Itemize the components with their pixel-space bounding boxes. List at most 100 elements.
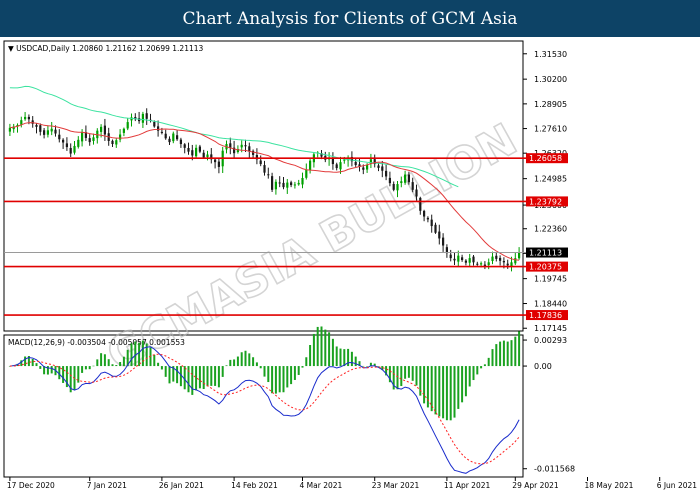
macd-histogram-bar [62, 366, 65, 383]
candle-body [362, 167, 365, 170]
macd-histogram-bar [377, 366, 380, 367]
macd-histogram-bar [221, 366, 224, 377]
candle-body [335, 164, 338, 169]
macd-histogram-bar [35, 363, 38, 367]
candle-body [286, 182, 289, 188]
candle-body [510, 262, 513, 267]
macd-histogram-bar [263, 366, 266, 377]
macd-histogram-bar [457, 366, 460, 409]
x-axis: 17 Dec 2020 7 Jan 2021 26 Jan 2021 14 Feb 2… [7, 477, 697, 490]
macd-histogram-bar [468, 366, 471, 387]
macd-histogram-bar [445, 366, 448, 421]
candle-body [8, 127, 11, 132]
candle-body [54, 129, 57, 134]
macd-histogram-bar [100, 353, 103, 367]
candle-body [423, 210, 426, 217]
macd-histogram-bar [195, 366, 198, 391]
candle-body [88, 138, 91, 143]
macd-histogram-bar [233, 359, 236, 367]
candle-body [468, 258, 471, 263]
candle-body [491, 256, 494, 261]
candle-body [202, 152, 205, 158]
candle-body [430, 219, 433, 227]
macd-histogram-bar [229, 359, 232, 367]
candle-body [305, 169, 308, 178]
macd-histogram-bar [141, 340, 144, 367]
candle-body [244, 145, 247, 147]
macd-histogram-bar [335, 346, 338, 367]
macd-histogram-bar [324, 329, 327, 367]
candle-body [81, 132, 84, 142]
candle-body [195, 147, 198, 157]
macd-title: MACD(12,26,9) -0.003504 -0.005057 0.0015… [8, 338, 185, 347]
candle-body [480, 263, 483, 265]
macd-histogram-bar [244, 350, 247, 367]
macd-histogram-bar [423, 366, 426, 404]
macd-histogram-bar [434, 366, 437, 415]
candle-body [392, 184, 395, 190]
candle-body [240, 144, 243, 148]
macd-histogram-bar [115, 365, 118, 367]
x-tick-label: 4 Mar 2021 [300, 481, 343, 490]
macd-histogram-bar [415, 366, 418, 386]
candle-body [187, 148, 190, 152]
macd-histogram-bar [293, 366, 296, 380]
candle-body [172, 133, 175, 142]
macd-histogram-bar [92, 365, 95, 367]
x-tick-label: 17 Dec 2020 [7, 481, 55, 490]
macd-histogram-bar [350, 351, 353, 367]
candle-body [157, 126, 160, 131]
macd-histogram-bar [187, 366, 190, 393]
candle-body [65, 143, 68, 148]
candle-body [442, 237, 445, 246]
candle-body [77, 139, 80, 147]
macd-tick-label: 0.00293 [534, 336, 567, 345]
level-label: 1.20375 [529, 263, 562, 272]
candle-body [377, 165, 380, 168]
macd-histogram-bar [122, 356, 125, 367]
macd-histogram-bar [297, 366, 300, 375]
banner-title: Chart Analysis for Clients of GCM Asia [0, 0, 700, 37]
x-tick-label: 18 May 2021 [585, 481, 634, 490]
price-tick-label: 1.18440 [534, 300, 567, 309]
macd-histogram-bar [217, 366, 220, 388]
candle-body [343, 159, 346, 161]
macd-histogram-bar [206, 366, 209, 387]
candle-body [35, 124, 38, 127]
macd-histogram-bar [320, 326, 323, 367]
macd-histogram-bar [267, 366, 270, 383]
macd-histogram-bar [483, 364, 486, 367]
macd-histogram-bar [130, 343, 133, 367]
candle-body [259, 160, 262, 165]
macd-histogram-bar [312, 333, 315, 367]
candle-body [411, 182, 414, 190]
candle-body [366, 165, 369, 170]
macd-histogram-bar [502, 340, 505, 367]
macd-histogram-bar [278, 366, 281, 393]
price-tick-label: 1.24985 [534, 175, 567, 184]
macd-histogram-bar [506, 341, 509, 367]
candle-body [62, 139, 65, 143]
x-tick-label: 23 Mar 2021 [372, 481, 420, 490]
macd-histogram-bar [202, 366, 205, 390]
candle-body [506, 263, 509, 266]
price-tick-label: 1.22360 [534, 225, 567, 234]
macd-histogram-bar [290, 366, 293, 385]
candle-body [388, 177, 391, 184]
macd-histogram-bar [514, 336, 517, 367]
macd-histogram-bar [164, 366, 167, 377]
sma-long-line [9, 85, 459, 188]
candle-body [43, 130, 46, 135]
candle-body [274, 181, 277, 190]
candle-body [415, 189, 418, 197]
candle-body [214, 159, 217, 163]
candle-body [354, 161, 357, 166]
macd-histogram-bar [286, 366, 289, 388]
macd-histogram-bar [96, 359, 99, 367]
candle-body [183, 144, 186, 148]
macd-histogram-bar [407, 366, 410, 378]
candle-body [153, 121, 156, 127]
candle-body [179, 139, 182, 145]
candle-body [438, 231, 441, 239]
macd-histogram-bar [366, 366, 369, 367]
